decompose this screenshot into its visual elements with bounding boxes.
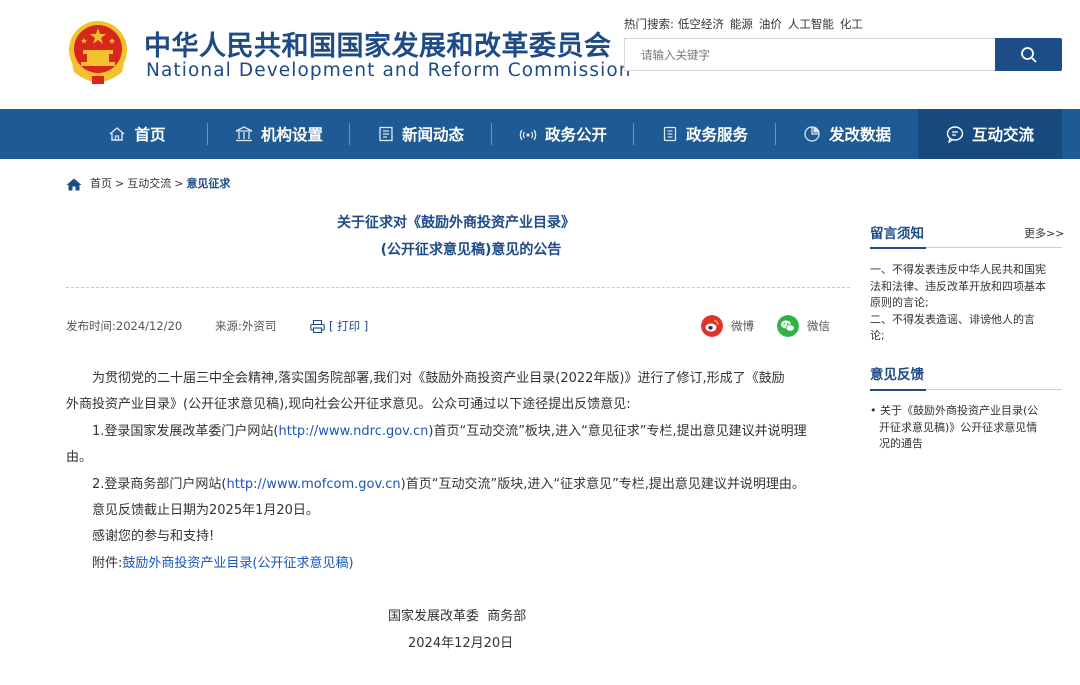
- nav-item-label: 首页: [134, 126, 166, 144]
- nav-item-label: 政务公开: [544, 126, 607, 144]
- home-icon: [110, 127, 125, 141]
- article-title-line1: 关于征求对《鼓励外商投资产业目录》: [337, 215, 575, 231]
- mofcom-link[interactable]: http://www.mofcom.gov.cn: [226, 477, 400, 492]
- article-source: 来源:外资司: [215, 319, 277, 333]
- site-header: 中华人民共和国国家发展和改革委员会 National Development a…: [0, 0, 1080, 109]
- notice-line: 法和法律、违反改革开放和四项基本: [870, 279, 1046, 293]
- nav-item-services[interactable]: 政务服务: [634, 109, 776, 159]
- paragraph-item1: 1.登录国家发展改革委门户网站(http://www.ndrc.gov.cn)首…: [92, 423, 807, 441]
- sidebar-divider: [870, 389, 1062, 391]
- main-nav: 首页 机构设置 新闻动态 政务公开 政务服务 发改数据 互动交流: [0, 109, 1080, 159]
- nav-item-label: 新闻动态: [401, 126, 464, 144]
- title-divider: [66, 287, 850, 288]
- paragraph-item2: 2.登录商务部门户网站(http://www.mofcom.gov.cn)首页“…: [92, 476, 805, 494]
- hot-search-term[interactable]: 能源: [730, 17, 753, 31]
- item2-prefix: 2.登录商务部门户网站(: [92, 477, 227, 492]
- breadcrumb-current: 意见征求: [186, 177, 231, 190]
- broadcast-icon: [519, 129, 537, 141]
- paragraph-attachment: 附件:鼓励外商投资产业目录(公开征求意见稿): [92, 555, 354, 573]
- sidebar-notice-title: 留言须知: [870, 226, 924, 242]
- hot-search-label: 热门搜索:: [624, 17, 674, 31]
- feedback-item-line[interactable]: 况的通告: [879, 436, 923, 453]
- pie-chart-icon: [804, 126, 820, 142]
- paragraph-deadline: 意见反馈截止日期为2025年1月20日。: [92, 503, 319, 518]
- news-icon: [379, 126, 393, 142]
- nav-item-label: 发改数据: [828, 126, 891, 144]
- search-icon: [1020, 46, 1037, 63]
- hot-search-term[interactable]: 低空经济: [678, 17, 724, 31]
- sidebar-divider: [870, 247, 1062, 249]
- nav-item-news[interactable]: 新闻动态: [350, 109, 492, 159]
- item1-suffix: )首页“互动交流”板块,进入“意见征求”专栏,提出意见建议并说明理: [428, 424, 807, 439]
- print-link[interactable]: [ 打印 ]: [310, 319, 368, 334]
- national-emblem-icon[interactable]: [66, 20, 130, 86]
- sign-date: 2024年12月20日: [408, 636, 514, 651]
- feedback-item-line[interactable]: • 关于《鼓励外商投资产业目录(公: [870, 403, 1038, 420]
- nav-item-interaction[interactable]: 互动交流: [918, 109, 1062, 159]
- ndrc-link[interactable]: http://www.ndrc.gov.cn: [278, 424, 428, 439]
- paragraph-thanks: 感谢您的参与和支持!: [92, 529, 215, 544]
- weibo-label[interactable]: 微博: [731, 319, 754, 334]
- printer-icon: [310, 320, 325, 333]
- paragraph-item1-line2: 由。: [66, 450, 93, 465]
- attachment-link[interactable]: 鼓励外商投资产业目录(公开征求意见稿): [122, 556, 353, 571]
- nav-item-label: 政务服务: [685, 126, 748, 144]
- nav-item-home[interactable]: 首页: [66, 109, 208, 159]
- breadcrumb: 首页 > 互动交流 > 意见征求: [66, 177, 230, 191]
- notice-line: 二、不得发表造谣、诽谤他人的言: [870, 312, 1035, 326]
- notice-line: 论;: [870, 329, 885, 342]
- site-title-en: National Development and Reform Commissi…: [146, 60, 632, 81]
- signature: 国家发展改革委 商务部: [388, 609, 527, 624]
- institution-icon: [235, 126, 253, 142]
- breadcrumb-interaction[interactable]: 互动交流: [127, 177, 171, 191]
- nav-item-institution[interactable]: 机构设置: [208, 109, 350, 159]
- more-link[interactable]: 更多>>: [1024, 227, 1064, 241]
- hot-search-term[interactable]: 油价: [759, 17, 782, 31]
- breadcrumb-separator: >: [174, 177, 184, 190]
- chat-icon: [946, 126, 964, 143]
- sidebar-feedback-title: 意见反馈: [870, 367, 924, 383]
- paragraph-intro-line1: 为贯彻党的二十届三中全会精神,落实国务院部署,我们对《鼓励外商投资产业目录(20…: [92, 371, 785, 386]
- notice-line: 原则的言论;: [870, 296, 929, 309]
- article-title-line2: (公开征求意见稿)意见的公告: [380, 242, 562, 258]
- hot-search-term[interactable]: 化工: [840, 17, 863, 31]
- search-button[interactable]: [995, 38, 1062, 71]
- notice-line: 一、不得发表违反中华人民共和国宪: [870, 263, 1046, 276]
- nav-item-data[interactable]: 发改数据: [776, 109, 918, 159]
- weibo-icon[interactable]: [701, 315, 723, 337]
- breadcrumb-home[interactable]: 首页: [90, 177, 112, 191]
- publish-date: 发布时间:2024/12/20: [66, 319, 183, 333]
- attachment-label: 附件:: [92, 556, 123, 571]
- feedback-item-line[interactable]: 开征求意见稿)》公开征求意见情: [879, 420, 1037, 437]
- hot-search-term[interactable]: 人工智能: [788, 17, 834, 31]
- print-label: [ 打印 ]: [329, 319, 369, 333]
- site-title-cn: 中华人民共和国国家发展和改革委员会: [144, 31, 612, 62]
- wechat-label[interactable]: 微信: [807, 319, 830, 334]
- document-icon: [663, 126, 677, 142]
- home-icon[interactable]: [66, 178, 82, 191]
- wechat-icon[interactable]: [777, 315, 799, 337]
- search-input[interactable]: [624, 38, 996, 71]
- item1-prefix: 1.登录国家发展改革委门户网站(: [92, 424, 279, 439]
- nav-item-gov-affairs[interactable]: 政务公开: [492, 109, 634, 159]
- nav-item-label: 互动交流: [971, 126, 1034, 144]
- paragraph-intro-line2: 外商投资产业目录》(公开征求意见稿),现向社会公开征求意见。公众可通过以下途径提…: [66, 397, 631, 412]
- nav-item-label: 机构设置: [260, 126, 323, 144]
- hot-search: 热门搜索: 低空经济 能源 油价 人工智能 化工: [624, 16, 869, 32]
- item2-suffix: )首页“互动交流”版块,进入“征求意见”专栏,提出意见建议并说明理由。: [400, 477, 805, 492]
- breadcrumb-separator: >: [115, 177, 125, 190]
